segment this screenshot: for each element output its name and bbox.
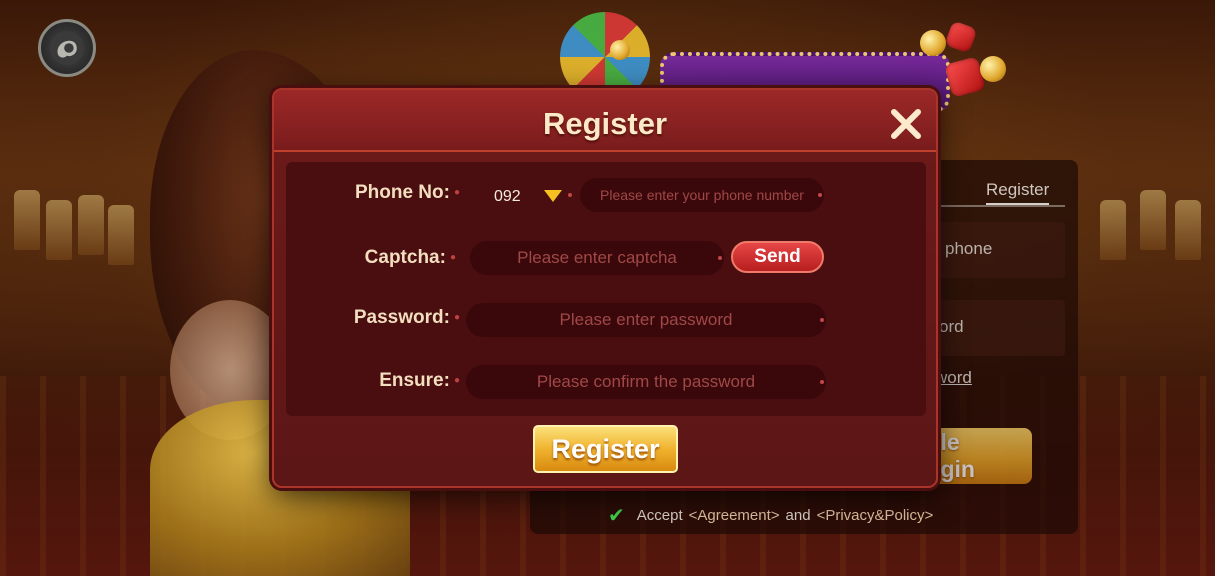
slot-machine-decoration	[14, 190, 40, 250]
slot-machine-decoration	[1140, 190, 1166, 250]
login-phone-placeholder: phone	[945, 239, 993, 258]
captcha-label: Captcha: ●	[364, 247, 456, 268]
country-code-select[interactable]: 092	[474, 180, 582, 214]
country-code-value: 092	[494, 188, 521, 205]
coin-decoration	[610, 40, 630, 60]
modal-title: Register	[542, 106, 668, 141]
slot-machine-decoration	[78, 195, 104, 255]
privacy-policy-link[interactable]: <Privacy&Policy>	[817, 507, 934, 524]
slot-machine-decoration	[46, 200, 72, 260]
ensure-label-text: Ensure:	[379, 370, 450, 391]
phone-label: Phone No: ●	[354, 182, 460, 203]
send-label: Send	[754, 246, 801, 267]
input-edge-dot	[820, 380, 824, 384]
phone-input[interactable]	[580, 178, 824, 212]
tab-register[interactable]: Register	[986, 180, 1050, 205]
password-label-text: Password:	[353, 307, 450, 328]
tab-divider	[935, 205, 1065, 207]
avatar-button[interactable]	[38, 19, 96, 77]
login-password-field[interactable]: ord	[935, 300, 1065, 356]
password-input[interactable]	[466, 303, 826, 337]
register-submit-label: Register	[551, 433, 660, 464]
password-label: Password: ●	[353, 307, 460, 328]
confirm-password-input[interactable]	[466, 365, 826, 399]
close-icon	[891, 109, 921, 139]
coin-decoration	[920, 30, 946, 56]
input-edge-dot	[718, 256, 722, 260]
accept-agreement-row: ✔ Accept <Agreement> and <Privacy&Policy…	[608, 503, 934, 528]
captcha-input[interactable]	[470, 241, 724, 275]
register-submit-button[interactable]: Register	[533, 425, 678, 473]
ensure-input-container	[466, 365, 826, 399]
accept-label: Accept	[636, 506, 683, 524]
slot-machine-decoration	[1175, 200, 1201, 260]
check-icon[interactable]: ✔	[608, 503, 625, 528]
input-edge-dot	[568, 193, 572, 197]
and-text: and	[785, 506, 811, 524]
password-input-container	[466, 303, 826, 337]
avatar-icon	[49, 30, 85, 66]
captcha-label-text: Captcha:	[364, 247, 446, 268]
dice-decoration	[944, 56, 986, 98]
ensure-label: Ensure: ●	[379, 370, 460, 391]
send-captcha-button[interactable]: Send	[731, 241, 824, 273]
forgot-password-link[interactable]: word	[935, 368, 972, 388]
triangle-down-icon	[544, 190, 562, 202]
login-phone-field[interactable]: phone	[935, 222, 1065, 278]
agreement-link[interactable]: <Agreement>	[689, 507, 780, 524]
slot-machine-decoration	[108, 205, 134, 265]
phone-label-text: Phone No:	[354, 182, 450, 203]
slot-machine-decoration	[1100, 200, 1126, 260]
input-edge-dot	[820, 318, 824, 322]
login-password-placeholder: ord	[939, 317, 964, 336]
captcha-input-container	[470, 241, 724, 275]
input-edge-dot	[818, 193, 822, 197]
close-button[interactable]	[886, 104, 926, 144]
coin-decoration	[980, 56, 1006, 82]
dice-decoration	[944, 20, 978, 54]
phone-input-container	[568, 178, 824, 212]
